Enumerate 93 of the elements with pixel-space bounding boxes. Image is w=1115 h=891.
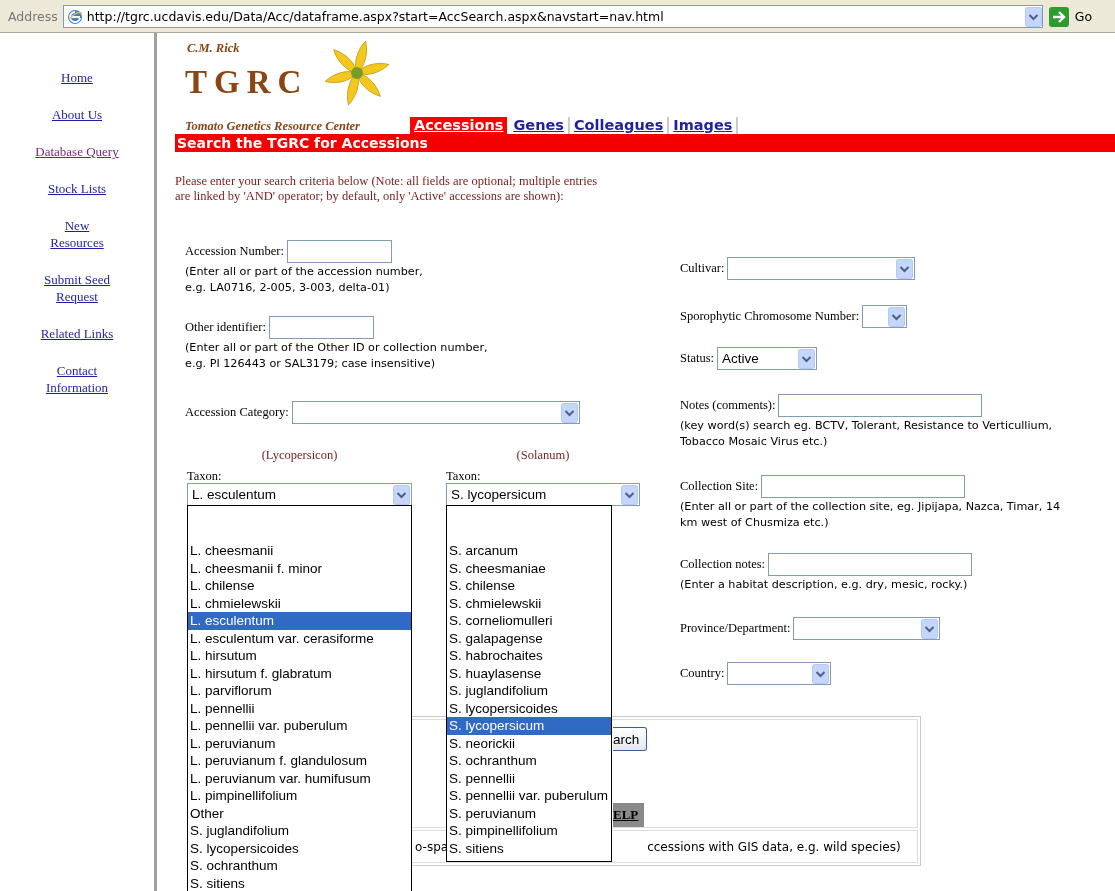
dropdown-option[interactable]: S. pennellii var. puberulum [447, 787, 611, 805]
dropdown-option[interactable]: L. chilense [188, 577, 411, 595]
dropdown-option[interactable]: S. lycopersicoides [447, 699, 611, 717]
dropdown-option[interactable]: S. pimpinellifolium [447, 822, 611, 840]
dropdown-option[interactable]: Other [188, 804, 411, 822]
dropdown-option[interactable]: S. chilense [447, 577, 611, 595]
field-label: Taxon: [187, 469, 223, 483]
field-hint: (Enter all or part of the accession number, e.g. LA0716, 2-005, 3-003, delta-01) [185, 264, 423, 296]
nav-link[interactable]: About Us [51, 106, 103, 123]
dropdown-option[interactable]: S. cheesmaniae [447, 559, 611, 577]
field-label: Sporophytic Chromosome Number: [680, 309, 860, 324]
dropdown-option[interactable]: S. ochranthum [188, 857, 411, 875]
dropdown-option[interactable]: S. lycopersicoides [188, 839, 411, 857]
nav-link[interactable]: New Resources [50, 217, 104, 251]
dropdown-option[interactable]: L. pennellii var. puberulum [188, 717, 411, 735]
select-field[interactable]: Active [717, 347, 818, 370]
field-label: Other identifier: [185, 320, 266, 335]
group-heading: (Lycopersicon) [260, 448, 339, 463]
select-field[interactable]: S. lycopersicum [446, 483, 640, 506]
field-label: Taxon: [446, 469, 482, 483]
nav-link[interactable]: Home [61, 69, 93, 86]
dropdown-option[interactable]: S. chmielewskii [447, 594, 611, 612]
dropdown-option[interactable]: S. lycopersicum [447, 717, 611, 735]
dropdown-option[interactable]: L. peruvianum [188, 734, 411, 752]
field-hint: (Enter all or part of the collection site, eg. Jipijapa, Nazca, Timar, 14 km west of Chusmiza etc.) [680, 499, 1061, 531]
select-field[interactable]: L. esculentum [187, 483, 412, 506]
nav-tab[interactable]: Accessions [410, 117, 510, 134]
field-label: Collection Site: [680, 479, 759, 494]
text-field[interactable] [286, 240, 392, 263]
text-field[interactable] [778, 394, 983, 417]
dropdown-option[interactable]: L. parviflorum [188, 682, 411, 700]
dropdown-option[interactable]: L. cheesmanii f. minor [188, 559, 411, 577]
field-label: Country: [680, 666, 725, 681]
nav-link[interactable]: Submit Seed Request [43, 271, 111, 305]
nav-link[interactable]: Database Query [35, 143, 119, 160]
select-field[interactable] [862, 305, 908, 328]
logo-tagline: Tomato Genetics Resource Center [185, 118, 361, 134]
address-field[interactable]: http://tgrc.ucdavis.edu/Data/Acc/dataframe.aspx?start=AccSearch.aspx&navstart=nav.html [62, 5, 1043, 28]
dropdown-option[interactable]: S. galapagense [447, 629, 611, 647]
field-label: Accession Category: [185, 405, 289, 420]
help-button[interactable]: ELP [613, 803, 645, 827]
text-field[interactable] [268, 316, 374, 339]
dropdown-option[interactable]: L. esculentum [188, 612, 411, 630]
dropdown-option[interactable]: S. corneliomulleri [447, 612, 611, 630]
field-hint: (Enter all or part of the Other ID or collection number, e.g. PI 126443 or SAL3179; case insensitive) [185, 340, 488, 372]
field-label: Province/Department: [680, 621, 791, 636]
field-hint: (key word(s) search eg. BCTV, Tolerant, Resistance to Verticullium, Tobacco Mosaic Virus etc.) [680, 418, 1053, 450]
nav-link[interactable]: Stock Lists [47, 180, 107, 197]
nav-link[interactable]: Contact Information [45, 362, 109, 396]
address-label: Address [7, 9, 59, 24]
select-field[interactable] [291, 401, 580, 424]
go-button[interactable]: Go [1048, 6, 1093, 27]
instructions-text: Please enter your search criteria below (Note: all fields are optional; multiple entries are linked by 'AND' operator; by default, only 'Active' accessions are shown): [175, 174, 599, 204]
dropdown-option[interactable]: S. pennellii [447, 769, 611, 787]
dropdown-option[interactable]: S. ochranthum [447, 752, 611, 770]
dropdown-option[interactable]: S. arcanum [447, 542, 611, 560]
nav-link[interactable]: Related Links [40, 325, 114, 342]
dropdown-option[interactable]: L. pennellii [188, 699, 411, 717]
field-label: Collection notes: [680, 557, 766, 572]
text-field[interactable] [768, 553, 973, 576]
dropdown-option[interactable]: L. peruvianum var. humifusum [188, 769, 411, 787]
dropdown-option[interactable]: S. habrochaites [447, 647, 611, 665]
dropdown-option[interactable]: L. esculentum var. cerasiforme [188, 629, 411, 647]
dropdown-option[interactable]: S. sitiens [188, 874, 411, 891]
group-heading: (Solanum) [515, 448, 571, 463]
panel-text: ccessions with GIS data, e.g. wild species) [647, 839, 901, 854]
field-label: Notes (comments): [680, 398, 776, 413]
field-label: Accession Number: [185, 244, 284, 259]
field-label: Status: [680, 351, 715, 366]
section-banner: Search the TGRC for Accessions [175, 134, 1115, 152]
dropdown-option[interactable]: L. pimpinellifolium [188, 787, 411, 805]
dropdown-option[interactable]: L. hirsutum f. glabratum [188, 664, 411, 682]
page-icon [66, 8, 83, 25]
dropdown-option[interactable]: S. peruvianum [447, 804, 611, 822]
dropdown-option[interactable]: S. huaylasense [447, 664, 611, 682]
search-button[interactable]: arch [613, 727, 648, 751]
dropdown-option[interactable]: S. juglandifolium [447, 682, 611, 700]
dropdown-option[interactable]: L. cheesmanii [188, 542, 411, 560]
text-field[interactable] [761, 475, 966, 498]
dropdown-option[interactable]: L. peruvianum f. glandulosum [188, 752, 411, 770]
dropdown-option[interactable]: L. hirsutum [188, 647, 411, 665]
field-hint: (Enter a habitat description, e.g. dry, mesic, rocky.) [680, 577, 969, 593]
flower-logo-icon [323, 39, 392, 107]
select-field[interactable] [727, 257, 916, 280]
select-field[interactable] [793, 617, 941, 640]
dropdown-option[interactable]: S. sitiens [447, 839, 611, 857]
dropdown-option[interactable]: S. neorickii [447, 734, 611, 752]
dropdown-option[interactable]: S. juglandifolium [188, 822, 411, 840]
select-field[interactable] [727, 662, 832, 685]
logo-title: TGRC [185, 63, 310, 102]
logo-subtitle: C.M. Rick [186, 40, 241, 57]
dropdown-option[interactable]: L. chmielewskii [188, 594, 411, 612]
field-label: Cultivar: [680, 261, 725, 276]
